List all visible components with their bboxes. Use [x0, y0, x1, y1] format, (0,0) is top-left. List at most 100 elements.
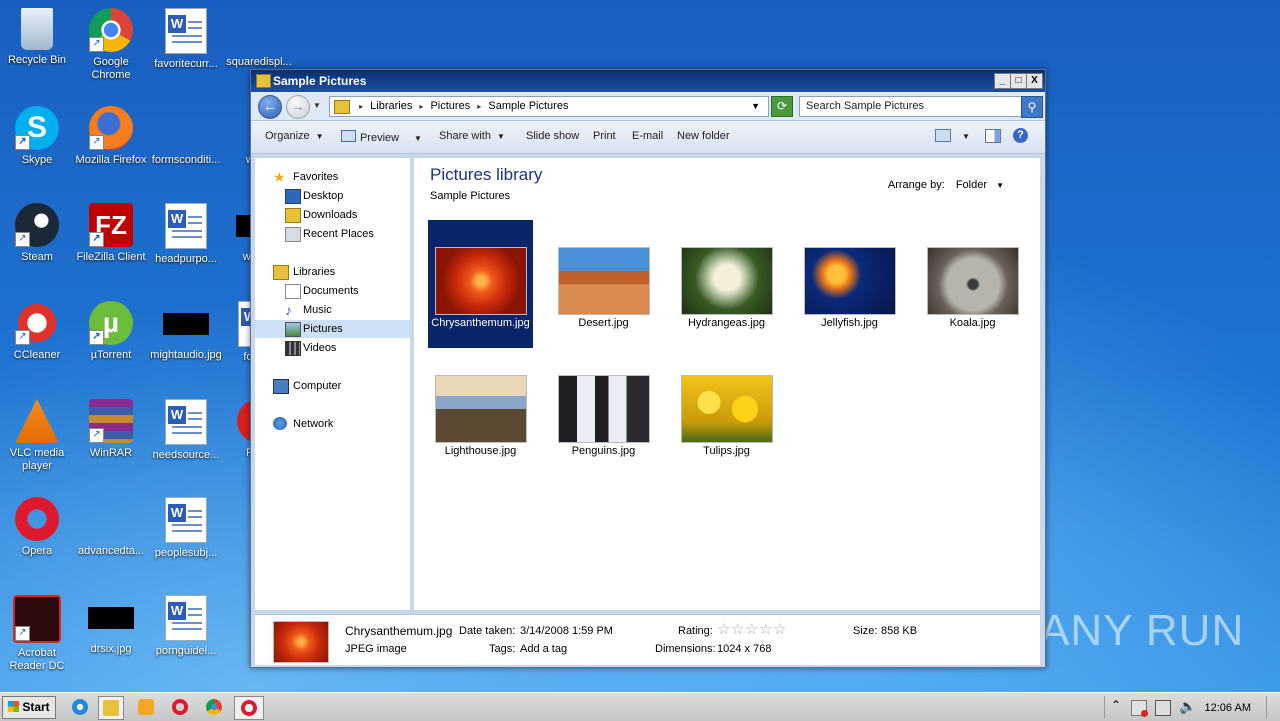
navigation-pane: ★ Favorites Desktop Downloads Recent Plac… [255, 158, 411, 610]
desktop-icon-firefox[interactable]: ↗ Mozilla Firefox [74, 106, 148, 167]
breadcrumb-libraries[interactable]: Libraries [370, 100, 412, 112]
rating-stars[interactable]: ☆☆☆☆☆ [717, 622, 787, 637]
address-bar-row: ← → ▼ ▸ Libraries ▸ Pictures ▸ Sample Pi… [251, 92, 1045, 121]
print-button[interactable]: Print [593, 130, 616, 142]
change-view-icon[interactable] [935, 129, 951, 142]
jellyfish-image [804, 247, 896, 315]
nav-music[interactable]: ♪ Music [255, 301, 410, 319]
file-thumbnail[interactable]: Tulips.jpg [674, 348, 779, 476]
breadcrumb-pictures[interactable]: Pictures [430, 100, 470, 112]
desktop-icon-peoplesubj[interactable]: peoplesubj... [149, 497, 223, 560]
nav-network[interactable]: Network [255, 415, 410, 433]
file-thumbnail[interactable]: Desert.jpg [551, 220, 656, 348]
taskbar-media-player[interactable] [134, 696, 158, 718]
chrome-icon [206, 699, 222, 715]
file-thumbnail[interactable]: Koala.jpg [920, 220, 1025, 348]
star-icon[interactable]: ☆ [759, 622, 773, 637]
desktop-icon-steam[interactable]: ↗ Steam [0, 203, 74, 264]
share-with-button[interactable]: Share with ▼ [439, 130, 505, 142]
nav-computer[interactable]: Computer [255, 377, 410, 395]
preview-button[interactable]: Preview ▼ [341, 130, 422, 144]
desktop-icon-formsconditi[interactable]: formsconditi... [149, 106, 223, 167]
search-input[interactable]: Search Sample Pictures [799, 96, 1025, 117]
new-folder-button[interactable]: New folder [677, 130, 730, 142]
star-icon[interactable]: ☆ [745, 622, 759, 637]
email-button[interactable]: E-mail [632, 130, 663, 142]
organize-button[interactable]: Organize ▼ [265, 130, 324, 142]
desktop-icon-google-chrome[interactable]: ↗ Google Chrome [74, 8, 148, 82]
date-taken-value[interactable]: 3/14/2008 1:59 PM [520, 625, 613, 637]
desktop-icon-acrobat[interactable]: ↗ Acrobat Reader DC [0, 595, 74, 673]
desktop-icon-squaredispl[interactable]: squaredispl... [222, 8, 296, 69]
nav-recent-places[interactable]: Recent Places [255, 225, 410, 243]
network-status-icon[interactable] [1155, 700, 1171, 716]
file-name: Koala.jpg [949, 317, 996, 329]
file-thumbnail[interactable]: Penguins.jpg [551, 348, 656, 476]
taskbar-opera-window[interactable] [234, 696, 264, 720]
taskbar-opera[interactable] [168, 696, 192, 718]
address-box[interactable]: ▸ Libraries ▸ Pictures ▸ Sample Pictures… [329, 96, 769, 117]
view-options-chevron-icon[interactable]: ▼ [962, 132, 970, 141]
start-button[interactable]: Start [2, 696, 56, 719]
show-hidden-icons-icon[interactable]: ⌃ [1111, 698, 1121, 712]
file-icon [163, 106, 209, 152]
star-icon[interactable]: ☆ [731, 622, 745, 637]
desktop-icon-label: CCleaner [13, 349, 61, 361]
desktop-icon-ccleaner[interactable]: ↗ CCleaner [0, 301, 74, 362]
volume-icon[interactable]: 🔈 [1179, 698, 1196, 715]
desktop-icon-utorrent[interactable]: µ ↗ µTorrent [74, 301, 148, 362]
clock[interactable]: 12:06 AM [1205, 702, 1251, 714]
show-desktop-button[interactable] [1266, 696, 1279, 718]
desktop-icon-opera[interactable]: Opera [0, 497, 74, 558]
preview-pane-icon[interactable] [985, 129, 1001, 143]
desktop-icon-pornguidel[interactable]: pornguidel... [149, 595, 223, 658]
refresh-button[interactable]: ⟳ [771, 96, 793, 117]
taskbar-windows-explorer[interactable] [98, 696, 124, 720]
tags-value[interactable]: Add a tag [520, 643, 567, 655]
desktop-icon-headpurpo[interactable]: headpurpo... [149, 203, 223, 266]
desktop-icon-skype[interactable]: S ↗ Skype [0, 106, 74, 167]
desktop-icon-drsix[interactable]: drsix.jpg [74, 595, 148, 656]
arrange-by-value[interactable]: Folder [956, 179, 987, 191]
help-icon[interactable]: ? [1013, 128, 1028, 143]
nav-documents[interactable]: Documents [255, 282, 410, 300]
desktop-icon-mightaudio[interactable]: mightaudio.jpg [149, 301, 223, 362]
taskbar-internet-explorer[interactable] [68, 696, 92, 718]
taskbar-chrome[interactable] [202, 696, 226, 718]
nav-videos[interactable]: Videos [255, 339, 410, 357]
file-thumbnail[interactable]: Hydrangeas.jpg [674, 220, 779, 348]
title-bar[interactable]: Sample Pictures _ □ X [251, 70, 1045, 92]
search-icon[interactable]: ⚲ [1021, 96, 1043, 118]
chevron-down-icon[interactable]: ▼ [996, 181, 1004, 190]
forward-button[interactable]: → [286, 95, 310, 119]
desktop-icon-winrar[interactable]: ↗ WinRAR [74, 399, 148, 460]
desktop-icon-filezilla[interactable]: FZ ↗ FileZilla Client [74, 203, 148, 264]
star-icon[interactable]: ☆ [773, 622, 787, 637]
nav-pictures[interactable]: Pictures [255, 320, 410, 338]
library-subtitle: Sample Pictures [430, 190, 511, 202]
breadcrumb-sample-pictures[interactable]: Sample Pictures [488, 100, 568, 112]
desktop-icon-recycle-bin[interactable]: Recycle Bin [0, 8, 74, 67]
nav-libraries[interactable]: Libraries [255, 263, 410, 281]
close-button[interactable]: X [1026, 73, 1043, 89]
desktop-icon-vlc[interactable]: VLC media player [0, 399, 74, 473]
nav-desktop[interactable]: Desktop [255, 187, 410, 205]
rating-label: Rating: [678, 625, 713, 637]
nav-downloads[interactable]: Downloads [255, 206, 410, 224]
minimize-button[interactable]: _ [994, 73, 1011, 89]
address-dropdown-icon[interactable]: ▼ [751, 97, 760, 116]
arrange-by[interactable]: Arrange by: Folder ▼ [888, 179, 1004, 191]
desktop-icon-advancedta[interactable]: advancedta... [74, 497, 148, 558]
desktop-icon-needsource[interactable]: needsource... [149, 399, 223, 462]
file-thumbnail[interactable]: Chrysanthemum.jpg [428, 220, 533, 348]
star-icon[interactable]: ☆ [717, 622, 731, 637]
slide-show-button[interactable]: Slide show [526, 130, 579, 142]
recent-pages-chevron-icon[interactable]: ▼ [313, 101, 321, 110]
nav-favorites[interactable]: ★ Favorites [255, 168, 410, 186]
back-button[interactable]: ← [258, 95, 282, 119]
action-center-icon[interactable] [1131, 700, 1148, 717]
maximize-button[interactable]: □ [1010, 73, 1027, 89]
file-thumbnail[interactable]: Jellyfish.jpg [797, 220, 902, 348]
file-thumbnail[interactable]: Lighthouse.jpg [428, 348, 533, 476]
desktop-icon-favoritecurr[interactable]: favoritecurr... [149, 8, 223, 71]
